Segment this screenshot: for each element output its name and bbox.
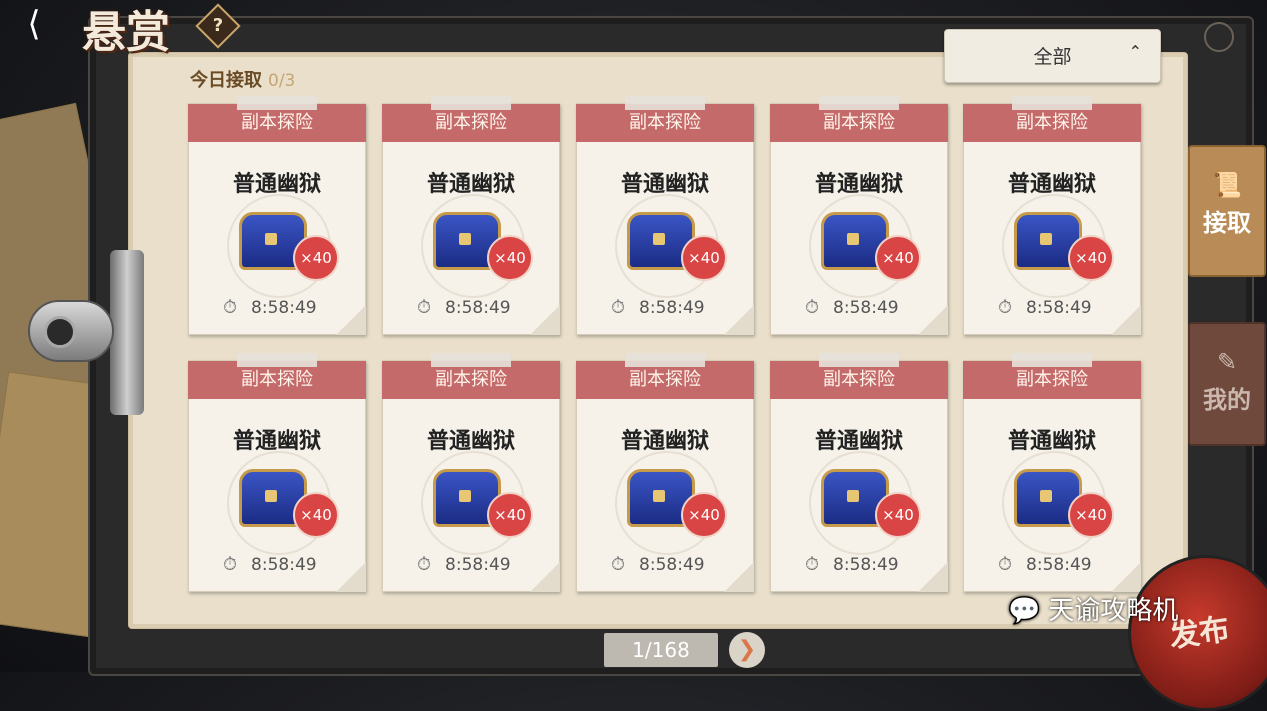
bounty-card[interactable]: 副本探险 普通幽狱 ×40 ⏱ 8:58:49 xyxy=(770,353,948,592)
timer-value: 8:58:49 xyxy=(639,298,705,318)
timer-value: 8:58:49 xyxy=(251,298,317,318)
chevron-up-icon: ⌃ xyxy=(1128,42,1142,61)
stopwatch-icon: ⏱ xyxy=(998,297,1013,318)
tape-decoration xyxy=(1012,96,1092,110)
tab-mine-label: 我的 xyxy=(1203,386,1251,414)
reward-quantity-badge: ×40 xyxy=(875,235,921,281)
clip-ring-icon xyxy=(28,300,114,362)
tape-decoration xyxy=(431,96,511,110)
daily-accept-counter: 今日接取 0/3 xyxy=(190,66,295,92)
daily-accept-label: 今日接取 xyxy=(190,70,262,91)
card-timer: ⏱ 8:58:49 xyxy=(223,297,317,318)
page-curl xyxy=(530,562,560,592)
bounty-card[interactable]: 副本探险 普通幽狱 ×40 ⏱ 8:58:49 xyxy=(188,96,366,335)
bounty-card[interactable]: 副本探险 普通幽狱 ×40 ⏱ 8:58:49 xyxy=(382,353,560,592)
tab-accept[interactable]: 📜 接取 xyxy=(1188,145,1266,277)
back-arrow-icon[interactable]: ⟨ xyxy=(12,6,56,42)
stopwatch-icon: ⏱ xyxy=(998,554,1013,575)
timer-value: 8:58:49 xyxy=(833,555,899,575)
timer-value: 8:58:49 xyxy=(251,555,317,575)
page-curl xyxy=(918,562,948,592)
page-curl xyxy=(1111,562,1141,592)
page-curl xyxy=(1111,305,1141,335)
frame-rivet-icon xyxy=(1204,22,1234,52)
tape-decoration xyxy=(237,353,317,367)
tape-decoration xyxy=(819,96,899,110)
stopwatch-icon: ⏱ xyxy=(417,554,432,575)
page-curl xyxy=(918,305,948,335)
page-curl xyxy=(336,305,366,335)
reward-quantity-badge: ×40 xyxy=(681,235,727,281)
tab-accept-label: 接取 xyxy=(1203,209,1251,237)
stopwatch-icon: ⏱ xyxy=(223,554,238,575)
reward-quantity-badge: ×40 xyxy=(293,235,339,281)
card-timer: ⏱ 8:58:49 xyxy=(998,554,1092,575)
reward-quantity-badge: ×40 xyxy=(487,235,533,281)
filter-dropdown[interactable]: 全部 ⌃ xyxy=(944,29,1161,83)
bounty-card[interactable]: 副本探险 普通幽狱 ×40 ⏱ 8:58:49 xyxy=(963,96,1141,335)
card-timer: ⏱ 8:58:49 xyxy=(417,297,511,318)
reward-quantity-badge: ×40 xyxy=(1068,492,1114,538)
tape-decoration xyxy=(431,353,511,367)
pencil-icon: ✎ xyxy=(1216,348,1238,376)
wechat-icon: 💬 xyxy=(1008,596,1041,626)
reward-quantity-badge: ×40 xyxy=(487,492,533,538)
stopwatch-icon: ⏱ xyxy=(611,554,626,575)
tape-decoration xyxy=(625,96,705,110)
stopwatch-icon: ⏱ xyxy=(805,554,820,575)
tape-decoration xyxy=(1012,353,1092,367)
scroll-icon: 📜 xyxy=(1212,171,1242,199)
bounty-card[interactable]: 副本探险 普通幽狱 ×40 ⏱ 8:58:49 xyxy=(963,353,1141,592)
stopwatch-icon: ⏱ xyxy=(417,297,432,318)
page-indicator: 1/168 xyxy=(604,633,718,667)
reward-quantity-badge: ×40 xyxy=(875,492,921,538)
watermark: 💬 天谕攻略机 xyxy=(1008,590,1178,627)
stopwatch-icon: ⏱ xyxy=(223,297,238,318)
card-timer: ⏱ 8:58:49 xyxy=(805,297,899,318)
timer-value: 8:58:49 xyxy=(1026,298,1092,318)
tape-decoration xyxy=(819,353,899,367)
reward-quantity-badge: ×40 xyxy=(681,492,727,538)
chevron-right-icon: ❯ xyxy=(737,637,757,662)
timer-value: 8:58:49 xyxy=(833,298,899,318)
page-title: 悬赏 xyxy=(82,7,170,58)
timer-value: 8:58:49 xyxy=(445,298,511,318)
card-timer: ⏱ 8:58:49 xyxy=(223,554,317,575)
card-timer: ⏱ 8:58:49 xyxy=(417,554,511,575)
tape-decoration xyxy=(237,96,317,110)
card-timer: ⏱ 8:58:49 xyxy=(805,554,899,575)
daily-accept-count: 0/3 xyxy=(268,71,296,91)
card-timer: ⏱ 8:58:49 xyxy=(611,554,705,575)
timer-value: 8:58:49 xyxy=(639,555,705,575)
reward-quantity-badge: ×40 xyxy=(1068,235,1114,281)
page-curl xyxy=(724,305,754,335)
bounty-card[interactable]: 副本探险 普通幽狱 ×40 ⏱ 8:58:49 xyxy=(188,353,366,592)
bounty-card[interactable]: 副本探险 普通幽狱 ×40 ⏱ 8:58:49 xyxy=(576,353,754,592)
publish-button[interactable]: 发布 xyxy=(1128,555,1267,711)
watermark-text: 天谕攻略机 xyxy=(1048,596,1179,626)
tab-mine[interactable]: ✎ 我的 xyxy=(1188,322,1266,446)
stopwatch-icon: ⏱ xyxy=(805,297,820,318)
timer-value: 8:58:49 xyxy=(1026,555,1092,575)
bounty-card[interactable]: 副本探险 普通幽狱 ×40 ⏱ 8:58:49 xyxy=(382,96,560,335)
card-timer: ⏱ 8:58:49 xyxy=(611,297,705,318)
timer-value: 8:58:49 xyxy=(445,555,511,575)
next-page-button[interactable]: ❯ xyxy=(729,632,765,668)
page-curl xyxy=(336,562,366,592)
stopwatch-icon: ⏱ xyxy=(611,297,626,318)
clip-icon xyxy=(110,250,144,415)
question-icon: ? xyxy=(212,15,224,36)
reward-quantity-badge: ×40 xyxy=(293,492,339,538)
card-timer: ⏱ 8:58:49 xyxy=(998,297,1092,318)
bounty-card[interactable]: 副本探险 普通幽狱 ×40 ⏱ 8:58:49 xyxy=(770,96,948,335)
page-curl xyxy=(724,562,754,592)
page-curl xyxy=(530,305,560,335)
tape-decoration xyxy=(625,353,705,367)
bounty-card[interactable]: 副本探险 普通幽狱 ×40 ⏱ 8:58:49 xyxy=(576,96,754,335)
